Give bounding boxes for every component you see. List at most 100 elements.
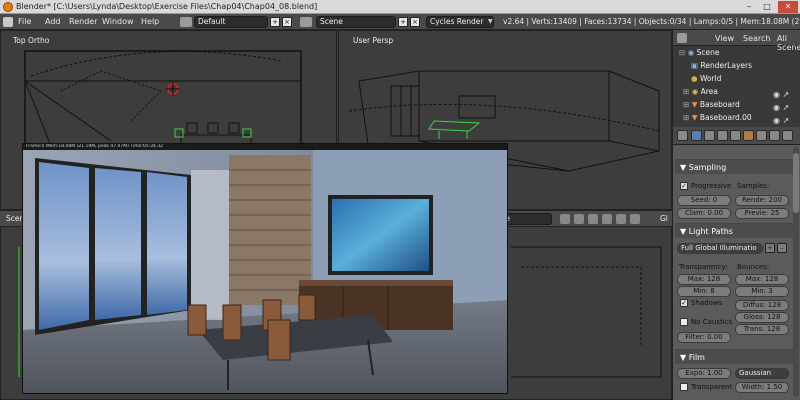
lamp-icon: ◉ [691,87,699,96]
eye-icon[interactable]: ◉ [773,103,780,112]
render-samples-field[interactable]: Rende: 200 [735,195,789,206]
remove-layout-button[interactable]: × [282,17,292,27]
no-caustics-checkbox[interactable] [680,318,688,326]
manipulator-icon[interactable] [588,214,598,224]
seed-field[interactable]: Seed: 0 [677,195,731,206]
bounces-min-field[interactable]: Min: 3 [735,286,789,297]
light-path-preset-selector[interactable]: Full Global Illuminatio [677,243,763,254]
expand-icon[interactable]: ⊞ [683,113,689,122]
shadows-checkbox[interactable]: ✓ [680,299,688,307]
menu-window[interactable]: Window [102,17,134,26]
layout-selector[interactable]: Default [194,16,268,28]
render-engine-selector[interactable]: Cycles Render [426,16,494,28]
menu-file[interactable]: File [18,17,31,26]
pivot-icon[interactable] [574,214,584,224]
outliner-header: View Search All Scene [673,30,800,52]
info-editor-icon[interactable] [3,17,13,27]
arrow-icon[interactable]: ↗ [783,90,790,99]
samples-label: Samples: [737,182,770,190]
constraint-tab-icon[interactable] [756,130,767,141]
menu-help[interactable]: Help [141,17,159,26]
scene-tab-icon[interactable] [717,130,728,141]
remove-preset-button[interactable]: – [777,243,787,253]
outliner-item-renderlayers[interactable]: ▣ RenderLayers [691,61,752,73]
mesh-icon: ▼ [691,100,698,109]
add-scene-button[interactable]: + [398,17,408,27]
outliner-editor-icon[interactable] [677,33,687,43]
properties-scrollbar[interactable] [793,147,799,397]
transparency-min-field[interactable]: Min: 8 [677,286,731,297]
render-tab-icon[interactable] [691,130,702,141]
filter-type-selector[interactable]: Gaussian [735,368,789,379]
outliner-panel: View Search All Scene ⊟ ◉ Scene ▣ Render… [672,30,800,126]
transparent-checkbox[interactable] [680,383,688,391]
world-icon: ● [691,74,698,83]
viewport-tool-icons [560,214,660,224]
properties-panel: ▼ Sampling ✓ Progressive Samples: Seed: … [672,127,800,400]
bounces-label: Bounces: [737,263,770,271]
filter-width-field[interactable]: Width: 1.50 [735,382,789,393]
outliner-item-scene[interactable]: ⊟ ◉ Scene [679,48,720,60]
object-tab-icon[interactable] [743,130,754,141]
preview-samples-field[interactable]: Previe: 25 [735,208,789,219]
diffuse-bounces-field[interactable]: Diffus: 128 [735,300,789,311]
transmission-bounces-field[interactable]: Trans: 128 [735,324,789,335]
maximize-button[interactable]: □ [758,1,776,13]
rotate-icon[interactable] [616,214,626,224]
scene-icon[interactable] [300,17,312,27]
outliner-item-baseboard-00[interactable]: ⊞ ▼ Baseboard.00 [683,113,752,125]
expand-icon[interactable]: ⊞ [683,87,689,96]
scene-selector[interactable]: Scene [316,16,396,28]
film-panel-header[interactable]: ▼ Film [675,349,793,364]
world-tab-icon[interactable] [730,130,741,141]
modifier-tab-icon[interactable] [769,130,780,141]
outliner-item-baseboard[interactable]: ⊞ ▼ Baseboard [683,100,740,112]
screen-layout-icon[interactable] [180,17,192,27]
blender-logo-icon [3,2,13,12]
properties-editor-icon[interactable] [677,130,688,141]
light-paths-panel-header[interactable]: ▼ Light Paths [675,223,793,238]
outliner-item-world[interactable]: ● World [691,74,721,86]
arrow-icon[interactable]: ↗ [783,103,790,112]
shadows-label: Shadows [691,299,723,307]
layers-tab-icon[interactable] [704,130,715,141]
data-tab-icon[interactable] [782,130,793,141]
outliner-menu-search[interactable]: Search [743,34,770,43]
eye-icon[interactable]: ◉ [773,90,780,99]
arrow-icon[interactable]: ↗ [783,116,790,125]
clamp-field[interactable]: Clam: 0.00 [677,208,731,219]
title-bar: Blender* [C:\Users\Lynda\Desktop\Exercis… [0,0,800,14]
close-button[interactable]: ✕ [778,1,798,13]
scale-icon[interactable] [630,214,640,224]
outliner-item-area[interactable]: ⊞ ◉ Area [683,87,718,99]
add-layout-button[interactable]: + [270,17,280,27]
remove-scene-button[interactable]: × [410,17,420,27]
menu-add[interactable]: Add [45,17,61,26]
outliner-filter-all[interactable]: All Scene [777,34,800,52]
add-preset-button[interactable]: + [765,243,775,253]
eye-icon[interactable]: ◉ [773,116,780,125]
transparency-max-field[interactable]: Max: 128 [677,274,731,285]
expand-icon[interactable]: ⊞ [683,100,689,109]
scene-icon: ◉ [687,48,695,57]
sampling-panel-header[interactable]: ▼ Sampling [675,159,793,174]
bounces-max-field[interactable]: Max: 128 [735,274,789,285]
glossy-bounces-field[interactable]: Gloss: 128 [735,312,789,323]
transparent-label: Transparent [691,383,733,391]
exposure-field[interactable]: Expo: 1.00 [677,368,731,379]
progressive-label: Progressive [691,182,732,190]
render-result-window[interactable]: Frame:0 Mem:18.08M (21.19M, peak 47.47M)… [22,143,508,394]
viewport-label-global-cut: Gl [660,214,668,223]
filter-glossy-field[interactable]: Filter: 0.00 [677,332,731,343]
translate-icon[interactable] [602,214,612,224]
scrollbar-thumb[interactable] [793,153,799,213]
progressive-checkbox[interactable]: ✓ [680,182,688,190]
outliner-menu-view[interactable]: View [715,34,734,43]
expand-icon[interactable]: ⊟ [679,48,685,57]
menu-render[interactable]: Render [69,17,97,26]
window-title: Blender* [C:\Users\Lynda\Desktop\Exercis… [16,2,318,11]
shading-icon[interactable] [560,214,570,224]
no-caustics-label: No Caustics [691,318,733,326]
properties-header [673,127,800,145]
minimize-button[interactable]: – [740,1,758,13]
